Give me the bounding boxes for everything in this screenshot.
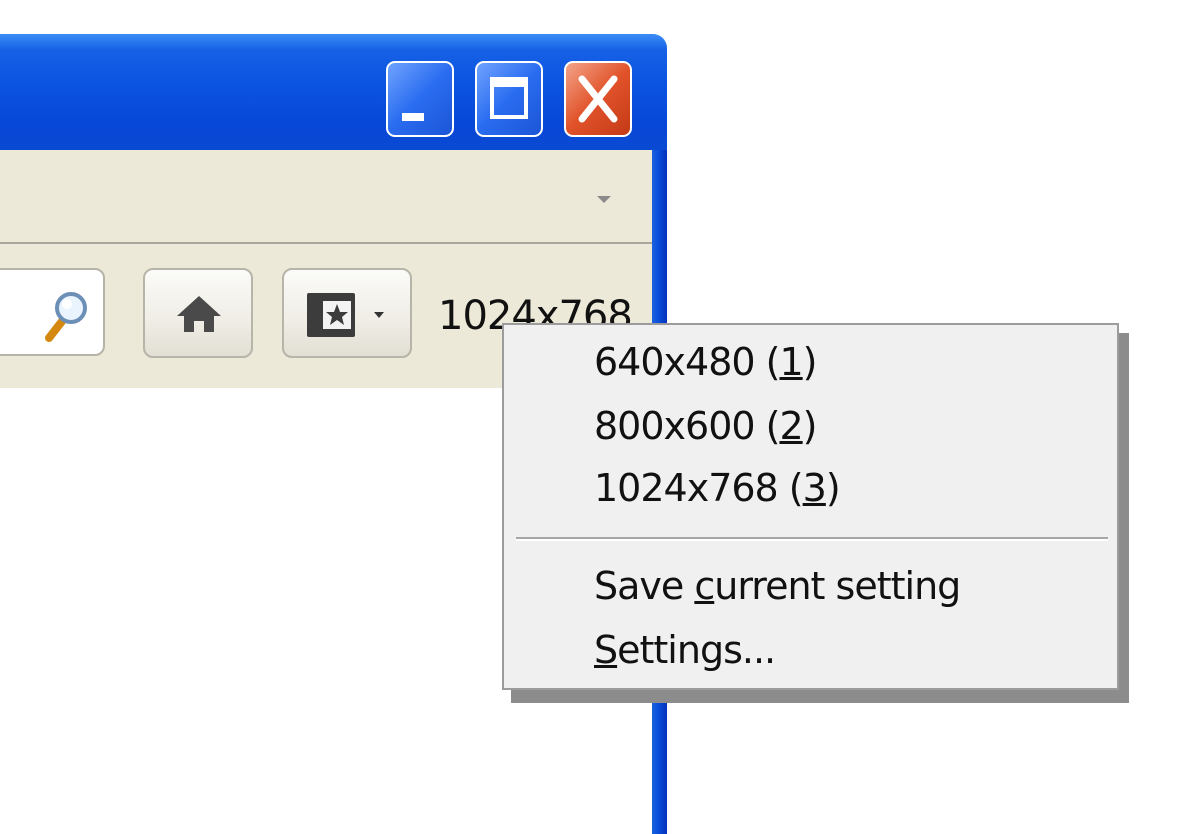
title-bar[interactable] bbox=[0, 34, 667, 150]
minimize-icon bbox=[402, 113, 424, 121]
bookmarks-button[interactable] bbox=[282, 268, 412, 358]
menu-item-640x480[interactable]: 640x480 (1) bbox=[594, 333, 1094, 391]
search-icon[interactable] bbox=[39, 286, 89, 346]
home-button[interactable] bbox=[143, 268, 253, 358]
bookmark-star-icon bbox=[307, 293, 355, 337]
maximize-icon bbox=[490, 77, 528, 119]
menu-item-save-current-setting[interactable]: Save current setting bbox=[594, 557, 1094, 615]
minimize-button[interactable] bbox=[386, 61, 454, 137]
menu-overflow-chevron-icon[interactable] bbox=[597, 196, 611, 203]
menu-item-800x600[interactable]: 800x600 (2) bbox=[594, 397, 1094, 455]
maximize-button[interactable] bbox=[475, 61, 543, 137]
chevron-down-icon bbox=[374, 312, 384, 318]
menu-item-settings[interactable]: Settings... bbox=[594, 621, 1094, 679]
home-icon bbox=[177, 296, 221, 332]
menu-item-1024x768[interactable]: 1024x768 (3) bbox=[594, 459, 1094, 517]
resolution-context-menu: 640x480 (1) 800x600 (2) 1024x768 (3) Sav… bbox=[502, 323, 1119, 690]
menu-separator bbox=[516, 537, 1108, 541]
search-input[interactable] bbox=[0, 268, 105, 356]
menu-bar bbox=[0, 150, 652, 244]
close-icon bbox=[578, 75, 618, 123]
close-button[interactable] bbox=[564, 61, 632, 137]
